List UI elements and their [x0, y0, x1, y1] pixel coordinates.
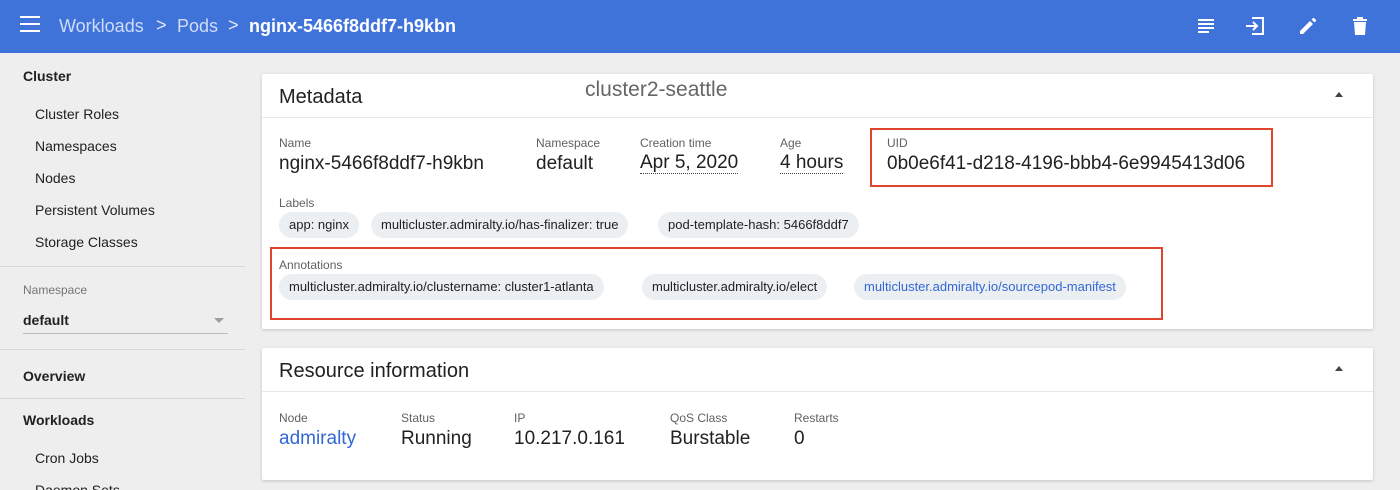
ip-label: IP — [514, 411, 526, 425]
creation-time-value: Apr 5, 2020 — [640, 152, 739, 174]
node-link[interactable]: admiralty — [279, 428, 356, 450]
breadcrumb-pods[interactable]: Pods — [177, 16, 218, 37]
namespace-select-value: default — [23, 312, 69, 328]
labels-label: Labels — [279, 196, 315, 210]
namespace-label: Namespace — [23, 283, 88, 297]
namespace-select[interactable]: default — [23, 308, 228, 334]
name-label: Name — [279, 136, 312, 150]
uid-value: 0b0e6f41-d218-4196-bbb4-6e9945413d06 — [887, 153, 1246, 174]
creation-time-label: Creation time — [640, 136, 712, 150]
sidebar-item-storage-classes[interactable]: Storage Classes — [35, 234, 138, 250]
metadata-card-header[interactable]: Metadata cluster2-seattle — [262, 74, 1373, 118]
logs-icon[interactable] — [1195, 15, 1217, 37]
hamburger-menu-icon[interactable] — [20, 16, 40, 36]
page-title: nginx-5466f8ddf7-h9kbn — [249, 16, 457, 36]
sidebar-item-daemon-sets[interactable]: Daemon Sets — [35, 482, 120, 490]
metadata-title: Metadata — [279, 86, 363, 108]
label-chip: pod-template-hash: 5466f8ddf7 — [658, 212, 859, 238]
sidebar: Cluster Cluster Roles Namespaces Nodes P… — [0, 53, 245, 490]
name-value: nginx-5466f8ddf7-h9kbn — [279, 153, 484, 174]
delete-icon[interactable] — [1349, 15, 1371, 37]
sidebar-item-namespaces[interactable]: Namespaces — [35, 138, 117, 154]
status-value: Running — [401, 428, 472, 449]
sidebar-item-persistent-volumes[interactable]: Persistent Volumes — [35, 202, 155, 218]
sidebar-item-cron-jobs[interactable]: Cron Jobs — [35, 450, 99, 466]
age-label: Age — [780, 136, 802, 150]
collapse-icon[interactable] — [1335, 366, 1343, 371]
annotation-chip: multicluster.admiralty.io/clustername: c… — [279, 274, 604, 300]
age-value: 4 hours — [780, 152, 844, 174]
sidebar-item-cluster-roles[interactable]: Cluster Roles — [35, 106, 119, 122]
metadata-card: Metadata cluster2-seattle Name nginx-546… — [262, 74, 1373, 329]
edit-icon[interactable] — [1297, 15, 1319, 37]
label-chip: multicluster.admiralty.io/has-finalizer:… — [371, 212, 629, 238]
breadcrumb-separator: > — [156, 15, 167, 35]
annotation-chip-link[interactable]: multicluster.admiralty.io/sourcepod-mani… — [854, 274, 1126, 300]
collapse-icon[interactable] — [1335, 92, 1343, 97]
breadcrumb-separator: > — [228, 15, 239, 35]
sidebar-item-nodes[interactable]: Nodes — [35, 170, 75, 186]
resource-card-header[interactable]: Resource information — [262, 348, 1373, 392]
cluster-overlay-label: cluster2-seattle — [585, 78, 728, 101]
namespace-value: default — [536, 153, 594, 174]
sidebar-heading-cluster[interactable]: Cluster — [23, 68, 71, 84]
namespace-field-label: Namespace — [536, 136, 601, 150]
node-label: Node — [279, 411, 308, 425]
resource-information-card: Resource information Node admiralty Stat… — [262, 348, 1373, 480]
status-label: Status — [401, 411, 436, 425]
resource-information-title: Resource information — [279, 360, 470, 382]
ip-value: 10.217.0.161 — [514, 428, 625, 449]
qos-class-label: QoS Class — [670, 411, 728, 425]
sidebar-item-overview[interactable]: Overview — [23, 368, 85, 384]
top-app-bar: Workloads > Pods > nginx-5466f8ddf7-h9kb… — [0, 0, 1400, 53]
uid-label: UID — [887, 136, 908, 150]
sidebar-divider — [0, 349, 245, 350]
label-chip: app: nginx — [279, 212, 359, 238]
breadcrumb-workloads[interactable]: Workloads — [59, 16, 144, 37]
sidebar-heading-workloads[interactable]: Workloads — [23, 412, 94, 428]
annotation-chip: multicluster.admiralty.io/elect — [642, 274, 828, 300]
qos-class-value: Burstable — [670, 428, 751, 449]
restarts-label: Restarts — [794, 411, 839, 425]
exec-icon[interactable] — [1244, 15, 1266, 37]
restarts-value: 0 — [794, 428, 805, 449]
annotations-label: Annotations — [279, 258, 343, 272]
dropdown-caret-icon — [214, 318, 224, 323]
sidebar-divider — [0, 398, 245, 399]
sidebar-divider — [0, 266, 245, 267]
